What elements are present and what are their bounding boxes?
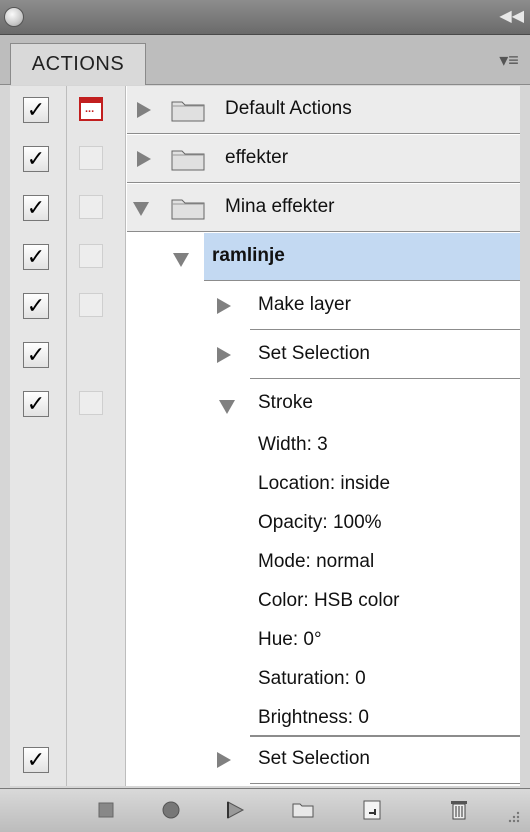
action-set-label: Mina effekter (225, 196, 335, 217)
expand-arrow-icon[interactable] (217, 752, 231, 768)
trash-icon[interactable] (444, 795, 474, 825)
toggle-item-checkbox[interactable]: ✓ (23, 146, 49, 172)
stroke-detail-width: Width: 3 (258, 434, 328, 455)
toggle-item-checkbox[interactable]: ✓ (23, 293, 49, 319)
command-row-content[interactable]: Set Selection (250, 736, 520, 784)
command-row-content[interactable]: Stroke Width: 3 Location: inside Opacity… (250, 380, 520, 736)
action-row-content[interactable]: effekter (127, 135, 520, 183)
folder-icon (171, 101, 205, 122)
toggle-dialog-box[interactable] (79, 391, 103, 415)
toggle-dialog-box[interactable] (79, 195, 103, 219)
command-row-set-selection[interactable]: ✓ Set Selection (10, 331, 520, 379)
command-label: Make layer (258, 294, 351, 315)
toggle-item-checkbox[interactable]: ✓ (23, 97, 49, 123)
action-set-label: effekter (225, 147, 289, 168)
stroke-detail-location: Location: inside (258, 473, 391, 494)
command-label: Set Selection (258, 748, 370, 769)
action-row-default-actions[interactable]: ✓ ... Default Actions (10, 86, 520, 134)
new-action-icon[interactable] (357, 795, 387, 825)
toggle-dialog-box[interactable] (79, 244, 103, 268)
action-row-ramlinje[interactable]: ✓ ramlinje (10, 233, 520, 281)
command-row-content[interactable]: Set Selection (250, 331, 520, 379)
action-label: ramlinje (212, 245, 285, 266)
stroke-detail-opacity: Opacity: 100% (258, 512, 382, 533)
command-row-make-layer[interactable]: ✓ Make layer (10, 282, 520, 330)
toggle-item-checkbox[interactable]: ✓ (23, 391, 49, 417)
collapse-icon[interactable]: ◀◀ (499, 8, 524, 26)
record-icon[interactable] (156, 795, 186, 825)
new-set-folder-icon[interactable] (288, 795, 318, 825)
toggle-dialog-box[interactable] (79, 293, 103, 317)
toggle-item-checkbox[interactable]: ✓ (23, 342, 49, 368)
toggle-dialog-box[interactable] (79, 146, 103, 170)
command-row-stroke[interactable]: ✓ Stroke Width: 3 Location: inside Opaci… (10, 380, 520, 736)
panel-title-bar[interactable]: ◀◀ (0, 0, 530, 35)
tab-actions[interactable]: ACTIONS (10, 43, 146, 85)
play-icon[interactable] (220, 795, 250, 825)
stroke-detail-saturation: Saturation: 0 (258, 668, 366, 689)
toggle-item-checkbox[interactable]: ✓ (23, 244, 49, 270)
panel-menu-icon[interactable]: ▾≡ (496, 49, 522, 71)
action-row-content[interactable]: Mina effekter (127, 184, 520, 232)
action-row-effekter[interactable]: ✓ effekter (10, 135, 520, 183)
close-icon[interactable] (4, 7, 24, 27)
stroke-detail-color: Color: HSB color (258, 590, 400, 611)
command-label: Set Selection (258, 343, 370, 364)
action-set-label: Default Actions (225, 98, 352, 119)
toggle-item-checkbox[interactable]: ✓ (23, 747, 49, 773)
collapse-arrow-icon[interactable] (133, 202, 149, 216)
bottom-toolbar (0, 788, 530, 832)
action-row-mina-effekter[interactable]: ✓ Mina effekter (10, 184, 520, 232)
actions-list[interactable]: ✓ ... Default Actions ✓ effekter ✓ Mina … (10, 86, 520, 786)
folder-icon (171, 199, 205, 220)
collapse-arrow-icon[interactable] (219, 400, 235, 414)
expand-arrow-icon[interactable] (217, 298, 231, 314)
resize-grip-icon[interactable] (500, 803, 522, 825)
action-row-content-selected[interactable]: ramlinje (204, 233, 520, 281)
actions-panel: ◀◀ ACTIONS ▾≡ ✓ ... Default Actions ✓ ef… (0, 0, 530, 832)
toggle-dialog-icon[interactable]: ... (79, 97, 103, 121)
command-label: Stroke (258, 392, 313, 413)
expand-arrow-icon[interactable] (137, 102, 151, 118)
command-row-content[interactable]: Make layer (250, 282, 520, 330)
expand-arrow-icon[interactable] (137, 151, 151, 167)
stroke-detail-brightness: Brightness: 0 (258, 707, 369, 728)
folder-icon (171, 150, 205, 171)
toggle-item-checkbox[interactable]: ✓ (23, 195, 49, 221)
command-row-set-selection-2[interactable]: ✓ Set Selection (10, 736, 520, 784)
stroke-detail-mode: Mode: normal (258, 551, 375, 572)
expand-arrow-icon[interactable] (217, 347, 231, 363)
stop-icon[interactable] (91, 795, 121, 825)
tab-bar: ACTIONS ▾≡ (0, 35, 530, 85)
stroke-detail-hue: Hue: 0° (258, 629, 322, 650)
action-row-content[interactable]: Default Actions (127, 86, 520, 134)
collapse-arrow-icon[interactable] (173, 253, 189, 267)
